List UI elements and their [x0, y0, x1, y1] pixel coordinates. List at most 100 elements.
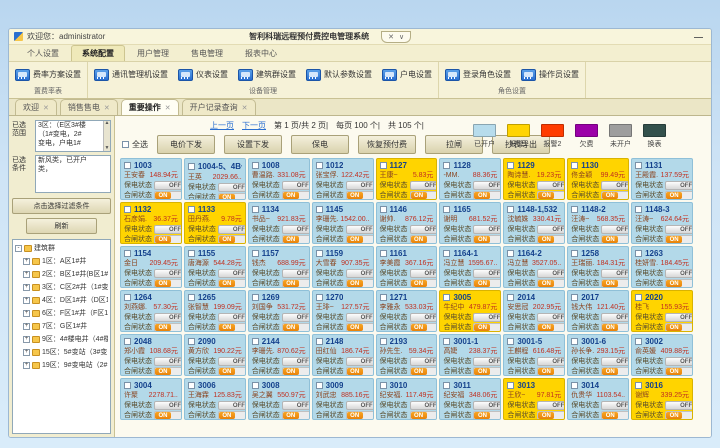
meter-card[interactable]: 1004-5、4B一 王英 2029.66.. 保电状态 OFF 合闸状态 ON [184, 158, 246, 200]
meter-card[interactable]: 1263 桂妍雪. 184.45元 保电状态 OFF 合闸状态 ON [631, 246, 693, 288]
supply-toggle-off[interactable]: OFF [473, 357, 501, 366]
meter-card[interactable]: 1127 王康~ 5.83元 保电状态 OFF 合闸状态 ON [376, 158, 438, 200]
menu-tab[interactable]: 用户管理 [127, 46, 179, 61]
close-icon[interactable]: ✕ [43, 104, 49, 112]
card-checkbox[interactable] [188, 206, 195, 213]
switch-toggle-on[interactable]: ON [410, 323, 438, 332]
meter-card[interactable]: 2090 黄方欣 190.22元 保电状态 OFF 合闸状态 ON [184, 334, 246, 376]
card-checkbox[interactable] [443, 206, 450, 213]
document-tab[interactable]: 欢迎 ✕ [15, 99, 57, 115]
card-checkbox[interactable] [252, 250, 259, 257]
meter-card[interactable]: 1128 -MM. 88.36元 保电状态 OFF 合闸状态 ON [439, 158, 501, 200]
expand-node-icon[interactable]: + [23, 297, 30, 304]
supply-toggle-off[interactable]: OFF [282, 225, 310, 234]
switch-toggle-on[interactable]: ON [154, 411, 182, 420]
close-icon[interactable]: ✕ [242, 104, 248, 112]
meter-card[interactable]: 1003 王安春 148.94元 保电状态 OFF 合闸状态 ON [120, 158, 182, 200]
tree-item[interactable]: + 4区：D区1#井（D区1… [15, 295, 108, 305]
switch-toggle-on[interactable]: ON [410, 279, 438, 288]
meter-card[interactable]: 3004 许聚 2278.71.. 保电状态 OFF 合闸状态 ON [120, 378, 182, 420]
supply-toggle-off[interactable]: OFF [282, 357, 310, 366]
expand-node-icon[interactable]: + [23, 258, 30, 265]
ribbon-button[interactable]: 登录角色设置 [445, 69, 511, 81]
switch-toggle-on[interactable]: ON [665, 367, 693, 376]
supply-toggle-off[interactable]: OFF [410, 401, 438, 410]
supply-toggle-off[interactable]: OFF [218, 225, 246, 234]
switch-toggle-on[interactable]: ON [154, 191, 182, 200]
card-checkbox[interactable] [316, 294, 323, 301]
card-checkbox[interactable] [635, 206, 642, 213]
card-checkbox[interactable] [571, 294, 578, 301]
supply-toggle-off[interactable]: OFF [346, 401, 374, 410]
supply-toggle-off[interactable]: OFF [473, 225, 501, 234]
switch-toggle-on[interactable]: ON [665, 411, 693, 420]
card-checkbox[interactable] [380, 206, 387, 213]
document-tab[interactable]: 重要操作 ✕ [121, 99, 179, 115]
card-checkbox[interactable] [571, 206, 578, 213]
card-checkbox[interactable] [252, 382, 259, 389]
card-checkbox[interactable] [380, 294, 387, 301]
supply-toggle-off[interactable]: OFF [537, 181, 565, 190]
meter-card[interactable]: 2193 孙先生. 59.34元 保电状态 OFF 合闸状态 ON [376, 334, 438, 376]
supply-toggle-off[interactable]: OFF [154, 401, 182, 410]
ribbon-button[interactable]: 仪表设置 [178, 69, 228, 81]
tree-item[interactable]: + 19区：9#变电站（2#… [15, 360, 108, 370]
supply-toggle-off[interactable]: OFF [473, 269, 501, 278]
switch-toggle-on[interactable]: ON [282, 191, 310, 200]
toolbar-button[interactable]: 设置下发 [224, 135, 282, 154]
supply-toggle-off[interactable]: OFF [665, 401, 693, 410]
meter-card[interactable]: 2048 郑小霞 108.68元 保电状态 OFF 合闸状态 ON [120, 334, 182, 376]
supply-toggle-off[interactable]: OFF [665, 313, 693, 322]
card-checkbox[interactable] [571, 338, 578, 345]
card-checkbox[interactable] [507, 382, 514, 389]
card-checkbox[interactable] [380, 382, 387, 389]
card-checkbox[interactable] [635, 382, 642, 389]
ribbon-button[interactable]: 操作员设置 [521, 69, 579, 81]
meter-card[interactable]: 1264 刘燕娜. 57.30元 保电状态 OFF 合闸状态 ON [120, 290, 182, 332]
meter-card[interactable]: 1161 李美霞 367.16元 保电状态 OFF 合闸状态 ON [376, 246, 438, 288]
switch-toggle-on[interactable]: ON [665, 323, 693, 332]
card-checkbox[interactable] [443, 294, 450, 301]
switch-toggle-on[interactable]: ON [473, 323, 501, 332]
meter-card[interactable]: 1155 唐海源 544.28元 保电状态 OFF 合闸状态 ON [184, 246, 246, 288]
card-checkbox[interactable] [443, 338, 450, 345]
ribbon-button[interactable]: 建筑群设置 [238, 69, 296, 81]
card-checkbox[interactable] [316, 206, 323, 213]
supply-toggle-off[interactable]: OFF [665, 181, 693, 190]
switch-toggle-on[interactable]: ON [218, 235, 246, 244]
tree-item[interactable]: + 9区：4#楼电井（4#楼… [15, 334, 108, 344]
supply-toggle-off[interactable]: OFF [218, 357, 246, 366]
meter-card[interactable]: 1129 陶诗慧. 19.23元 保电状态 OFF 合闸状态 ON [503, 158, 565, 200]
card-checkbox[interactable] [316, 162, 323, 169]
tree-item[interactable]: + 6区：F区1#井（F区1#… [15, 308, 108, 318]
meter-card[interactable]: 1132 石彦娟. 36.37元 保电状态 OFF 合闸状态 ON [120, 202, 182, 244]
meter-card[interactable]: 1008 曹温路. 331.08元 保电状态 OFF 合闸状态 ON [248, 158, 310, 200]
supply-toggle-off[interactable]: OFF [346, 269, 374, 278]
meter-card[interactable]: 3001-6 孙长争. 293.15元 保电状态 OFF 合闸状态 ON [567, 334, 629, 376]
tree-item[interactable]: + 1区：A区1#井 [15, 256, 108, 266]
expand-node-icon[interactable]: + [23, 349, 30, 356]
meter-card[interactable]: 3008 吴之翼 550.97元 保电状态 OFF 合闸状态 ON [248, 378, 310, 420]
supply-toggle-off[interactable]: OFF [218, 401, 246, 410]
supply-toggle-off[interactable]: OFF [473, 313, 501, 322]
ribbon-button[interactable]: 费率方案设置 [15, 69, 81, 81]
meter-card[interactable]: 1012 张宝俘. 122.42元 保电状态 OFF 合闸状态 ON [312, 158, 374, 200]
card-checkbox[interactable] [252, 338, 259, 345]
switch-toggle-on[interactable]: ON [410, 411, 438, 420]
switch-toggle-on[interactable]: ON [346, 367, 374, 376]
card-checkbox[interactable] [252, 162, 259, 169]
supply-toggle-off[interactable]: OFF [410, 225, 438, 234]
close-icon[interactable]: ✕ [165, 104, 171, 112]
card-checkbox[interactable] [507, 294, 514, 301]
meter-card[interactable]: 1133 田丹燕. 9.78元 保电状态 OFF 合闸状态 ON [184, 202, 246, 244]
supply-toggle-off[interactable]: OFF [410, 313, 438, 322]
switch-toggle-on[interactable]: ON [473, 279, 501, 288]
supply-toggle-off[interactable]: OFF [601, 181, 629, 190]
meter-card[interactable]: 2017 钱大伟 121.40元 保电状态 OFF 合闸状态 ON [567, 290, 629, 332]
switch-toggle-on[interactable]: ON [410, 235, 438, 244]
supply-toggle-off[interactable]: OFF [601, 225, 629, 234]
card-checkbox[interactable] [188, 338, 195, 345]
switch-toggle-on[interactable]: ON [473, 411, 501, 420]
supply-toggle-off[interactable]: OFF [601, 401, 629, 410]
switch-toggle-on[interactable]: ON [665, 191, 693, 200]
